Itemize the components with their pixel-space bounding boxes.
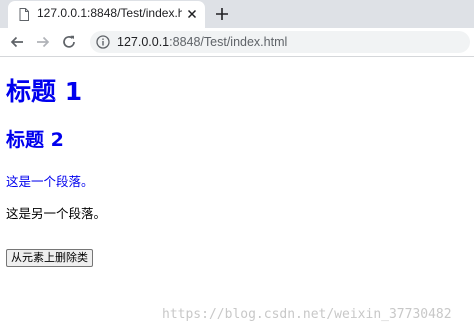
arrow-right-icon[interactable] xyxy=(35,34,51,50)
document-icon xyxy=(19,8,29,21)
close-icon[interactable] xyxy=(185,7,199,21)
url-path: :8848/Test/index.html xyxy=(169,35,288,49)
arrow-left-icon[interactable] xyxy=(9,34,25,50)
tab-title: 127.0.0.1:8848/Test/index.html xyxy=(37,6,182,20)
info-icon[interactable] xyxy=(96,35,110,49)
reload-icon[interactable] xyxy=(61,34,77,50)
url-text[interactable]: 127.0.0.1:8848/Test/index.html xyxy=(117,35,287,49)
heading-2: 标题 2 xyxy=(6,129,64,151)
browser-toolbar: 127.0.0.1:8848/Test/index.html xyxy=(0,28,474,57)
tab-strip: 127.0.0.1:8848/Test/index.html xyxy=(0,0,474,28)
address-bar[interactable]: 127.0.0.1:8848/Test/index.html xyxy=(90,31,470,53)
remove-class-button[interactable]: 从元素上删除类 xyxy=(6,249,93,267)
heading-1: 标题 1 xyxy=(6,77,83,106)
url-host: 127.0.0.1 xyxy=(117,35,170,49)
browser-tab[interactable]: 127.0.0.1:8848/Test/index.html xyxy=(8,1,205,28)
watermark: https://blog.csdn.net/weixin_37730482 xyxy=(162,307,452,322)
plus-icon[interactable] xyxy=(214,6,230,22)
paragraph-2: 这是另一个段落。 xyxy=(6,206,107,221)
paragraph-1: 这是一个段落。 xyxy=(6,174,94,189)
page-content: 标题 1 标题 2 这是一个段落。 这是另一个段落。 从元素上删除类 https… xyxy=(0,57,474,332)
